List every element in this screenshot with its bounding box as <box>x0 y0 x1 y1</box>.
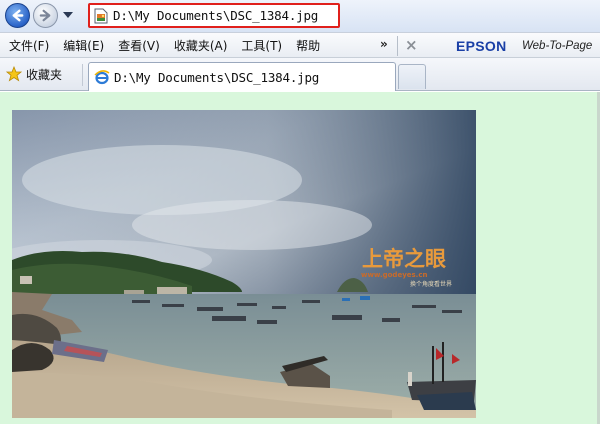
star-icon <box>6 66 22 82</box>
epson-logo: EPSON <box>456 38 507 54</box>
watermark-title: 上帝之眼 <box>362 247 446 271</box>
favorites-divider <box>82 64 83 86</box>
menu-overflow-chevron-icon[interactable]: » <box>380 37 388 51</box>
arrow-left-icon <box>12 9 24 22</box>
address-text: D:\My Documents\DSC_1384.jpg <box>113 8 319 23</box>
favorites-button[interactable]: 收藏夹 <box>6 65 62 83</box>
page-content: 上帝之眼 www.godeyes.cn 换个角度看世界 <box>0 92 600 424</box>
menu-divider <box>397 36 398 56</box>
watermark-subtitle: 换个角度看世界 <box>410 280 452 288</box>
forward-button[interactable] <box>33 3 58 28</box>
close-toolbar-icon[interactable]: × <box>405 36 418 54</box>
menu-edit[interactable]: 编辑(E) <box>56 33 111 58</box>
menu-tools[interactable]: 工具(T) <box>234 33 289 58</box>
image-file-icon <box>94 8 108 23</box>
watermark-url: www.godeyes.cn <box>361 271 427 279</box>
menu-view[interactable]: 查看(V) <box>111 33 167 58</box>
menu-favorites[interactable]: 收藏夹(A) <box>167 33 235 58</box>
arrow-right-icon <box>39 9 51 22</box>
tab-bar: 收藏夹 D:\My Documents\DSC_1384.jpg <box>0 58 600 91</box>
address-bar-row: D:\My Documents\DSC_1384.jpg <box>0 0 600 32</box>
address-field[interactable]: D:\My Documents\DSC_1384.jpg <box>88 3 340 28</box>
tab-active[interactable]: D:\My Documents\DSC_1384.jpg <box>88 62 396 91</box>
tab-title: D:\My Documents\DSC_1384.jpg <box>114 69 320 85</box>
web-to-page-button[interactable]: Web-To-Page <box>522 40 592 52</box>
back-button[interactable] <box>5 3 30 28</box>
harbor-photo: 上帝之眼 www.godeyes.cn 换个角度看世界 <box>12 110 476 418</box>
ie-logo-icon <box>94 70 110 85</box>
history-dropdown-button[interactable] <box>62 10 74 20</box>
favorites-label: 收藏夹 <box>26 67 63 82</box>
new-tab-button[interactable] <box>398 64 426 89</box>
menu-bar: 文件(F) 编辑(E) 查看(V) 收藏夹(A) 工具(T) 帮助 » × EP… <box>0 32 600 58</box>
chevron-down-icon <box>63 11 73 18</box>
menu-file[interactable]: 文件(F) <box>3 33 56 58</box>
menu-items: 文件(F) 编辑(E) 查看(V) 收藏夹(A) 工具(T) 帮助 <box>3 33 327 58</box>
menu-help[interactable]: 帮助 <box>289 33 327 58</box>
photo-image: 上帝之眼 www.godeyes.cn 换个角度看世界 <box>12 110 476 418</box>
